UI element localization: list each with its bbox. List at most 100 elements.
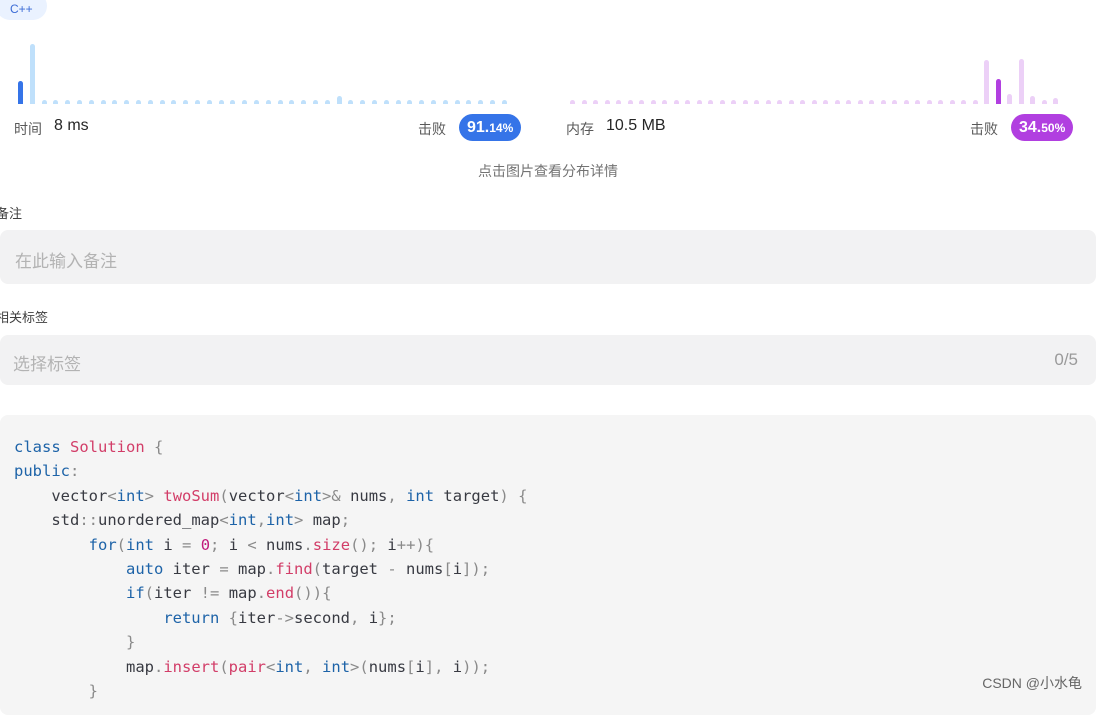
distribution-bar [324, 100, 330, 104]
distribution-bar [754, 100, 759, 104]
runtime-beats-small: 14% [489, 121, 514, 135]
runtime-distribution-chart[interactable] [14, 40, 530, 104]
distribution-bar [313, 100, 318, 104]
watermark: CSDN @小水龟 [982, 675, 1082, 691]
memory-beats-small: 50% [1041, 121, 1066, 135]
distribution-bar [869, 100, 874, 104]
runtime-beats-badge: 91.14% [459, 114, 522, 141]
memory-stats: 内存 10.5 MB 击败 34.50% [566, 114, 1082, 142]
distribution-bar [254, 100, 259, 104]
distribution-bar [627, 100, 633, 104]
distribution-bar [604, 100, 610, 104]
distribution-bar [972, 100, 978, 104]
distribution-bar [719, 100, 725, 104]
code-line: std::unordered_map<int,int> map; [14, 511, 351, 530]
code-line: } [125, 633, 136, 652]
distribution-bar [230, 100, 236, 104]
distribution-bar [742, 100, 748, 104]
distribution-bar [171, 100, 177, 104]
memory-beats-badge: 34.50% [1011, 114, 1074, 141]
distribution-bar [395, 100, 401, 104]
distribution-bar [938, 100, 943, 104]
code-block[interactable]: class Solution { public: vector<int> two… [0, 415, 1096, 715]
code-line: class Solution { [14, 438, 164, 456]
distribution-bar [915, 100, 920, 104]
distribution-bar [731, 100, 736, 104]
distribution-bar [1053, 98, 1058, 104]
notes-input[interactable]: 在此输入备注 [0, 230, 1096, 284]
distribution-bar [431, 100, 436, 104]
distribution-bar [800, 100, 805, 104]
distribution-bar [846, 100, 851, 104]
distribution-bar [616, 100, 621, 104]
distribution-bar [926, 100, 932, 104]
distribution-bar [466, 100, 472, 104]
runtime-beats-label: 击败 [418, 121, 446, 137]
distribution-bar [100, 100, 106, 104]
distribution-bar [788, 100, 794, 104]
distribution-bar [581, 100, 587, 104]
distribution-bar [765, 100, 771, 104]
distribution-bar [112, 100, 118, 104]
distribution-bar [857, 100, 863, 104]
distribution-bar [650, 100, 656, 104]
distribution-bar [218, 100, 224, 104]
code-line: vector<int> twoSum(vector<int>& nums, in… [14, 486, 528, 505]
code-line: public: [14, 462, 80, 481]
distribution-bar [65, 100, 71, 104]
distribution-bar [41, 100, 47, 104]
distribution-bar [336, 96, 342, 104]
distribution-bar [407, 100, 413, 104]
distribution-bar [834, 100, 840, 104]
distribution-bar [29, 44, 35, 104]
memory-distribution-chart[interactable] [566, 40, 1082, 104]
notes-label: 备注 [0, 206, 23, 221]
distribution-bar [1030, 96, 1035, 104]
distribution-bar [949, 100, 955, 104]
distribution-bar [348, 100, 354, 104]
distribution-bar [639, 100, 644, 104]
distribution-bar [206, 100, 212, 104]
code-line: if(iter != map.end()){ [125, 584, 332, 603]
distribution-bar [183, 100, 189, 104]
code-line: } [88, 682, 98, 701]
distribution-bar [1007, 94, 1012, 104]
distribution-bar [696, 100, 702, 104]
distribution-bar [984, 60, 989, 104]
distribution-bar [159, 100, 165, 104]
code-text: class Solution { public: vector<int> two… [14, 435, 527, 703]
distribution-bar [88, 100, 94, 104]
distribution-bar [136, 100, 141, 104]
tags-count: 0/5 [1054, 350, 1078, 369]
distribution-bar [662, 100, 667, 104]
distribution-bar [892, 100, 897, 104]
tags-label: 相关标签 [0, 310, 49, 325]
distribution-bar [301, 100, 307, 104]
distribution-bar [708, 100, 713, 104]
tags-select[interactable]: 选择标签 0/5 [0, 335, 1096, 385]
distribution-bar [570, 100, 575, 104]
distribution-bar [242, 100, 248, 104]
distribution-bar [490, 100, 495, 104]
distribution-bar [777, 100, 782, 104]
distribution-bar [360, 100, 366, 104]
code-line: auto iter = map.find(target - nums[i]); [125, 560, 491, 579]
distribution-bar [478, 100, 484, 104]
distribution-bar [442, 100, 448, 104]
distribution-bar [995, 79, 1001, 104]
distribution-bar [811, 100, 817, 104]
distribution-bar [53, 100, 59, 104]
distribution-bar [1018, 59, 1024, 104]
memory-label: 内存 [566, 121, 594, 137]
distribution-bar [77, 100, 82, 104]
distribution-bar [147, 100, 153, 104]
distribution-bar [265, 100, 271, 104]
distribution-bar [501, 100, 507, 104]
runtime-stats: 时间 8 ms 击败 91.14% [14, 114, 530, 142]
runtime-value: 8 ms [54, 117, 89, 134]
distribution-bar [903, 100, 909, 104]
distribution-bar [372, 100, 377, 104]
distribution-bar [673, 100, 679, 104]
distribution-bar [18, 81, 23, 104]
language-tag[interactable]: C++ [0, 0, 47, 20]
